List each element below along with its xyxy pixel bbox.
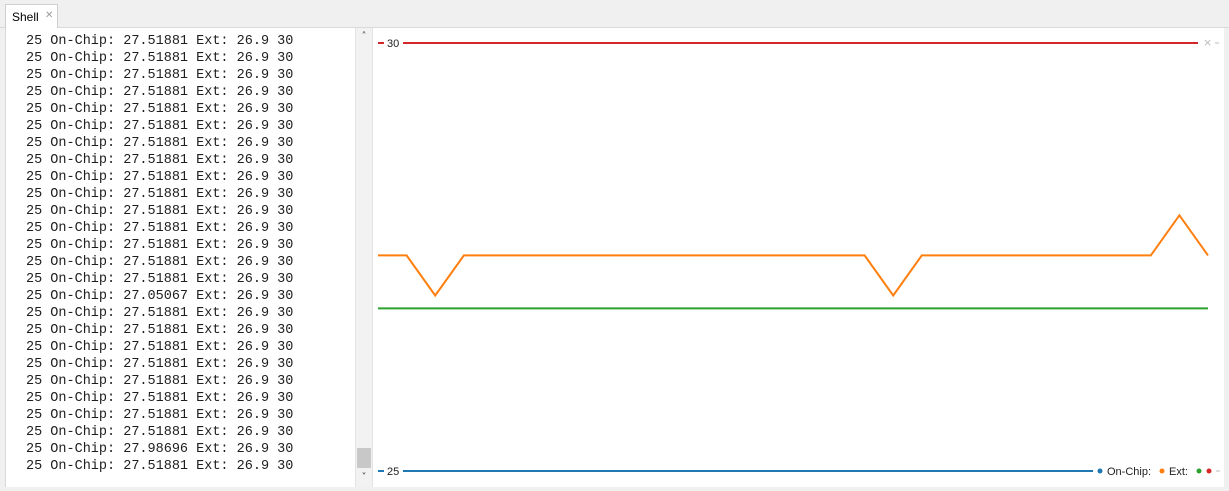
legend-label: On-Chip: (1107, 466, 1151, 478)
shell-line: 25 On-Chip: 27.51881 Ext: 26.9 30 (26, 85, 294, 100)
right-border (1224, 28, 1229, 491)
close-icon[interactable]: ✕ (45, 10, 53, 21)
shell-line: 25 On-Chip: 27.51881 Ext: 26.9 30 (26, 323, 294, 338)
shell-output[interactable]: 25 On-Chip: 27.51881 Ext: 26.9 30 25 On-C… (5, 28, 355, 487)
shell-line: 25 On-Chip: 27.51881 Ext: 26.9 30 (26, 153, 294, 168)
legend-marker (1097, 468, 1103, 474)
shell-line: 25 On-Chip: 27.51881 Ext: 26.9 30 (26, 170, 294, 185)
shell-line: 25 On-Chip: 27.51881 Ext: 26.9 30 (26, 34, 294, 49)
shell-line: 25 On-Chip: 27.51881 Ext: 26.9 30 (26, 119, 294, 134)
shell-line: 25 On-Chip: 27.51881 Ext: 26.9 30 (26, 425, 294, 440)
shell-line: 25 On-Chip: 27.51881 Ext: 26.9 30 (26, 136, 294, 151)
shell-line: 25 On-Chip: 27.51881 Ext: 26.9 30 (26, 68, 294, 83)
legend-marker (1159, 468, 1165, 474)
bottom-border (0, 487, 1229, 491)
tab-shell-label: Shell (12, 10, 39, 24)
shell-line: 25 On-Chip: 27.51881 Ext: 26.9 30 (26, 272, 294, 287)
y-tick-label: 30 (387, 38, 399, 50)
shell-line: 25 On-Chip: 27.51881 Ext: 26.9 30 (26, 51, 294, 66)
shell-scrollbar[interactable]: ˄ ˅ (355, 28, 373, 487)
shell-line: 25 On-Chip: 27.51881 Ext: 26.9 30 (26, 340, 294, 355)
shell-line: 25 On-Chip: 27.98696 Ext: 26.9 30 (26, 442, 294, 457)
shell-line: 25 On-Chip: 27.05067 Ext: 26.9 30 (26, 289, 294, 304)
close-icon: × (1203, 36, 1212, 49)
scroll-up-icon[interactable]: ˄ (356, 28, 372, 46)
scroll-down-icon[interactable]: ˅ (356, 469, 372, 487)
legend-label: Ext: (1169, 466, 1188, 478)
shell-line: 25 On-Chip: 27.51881 Ext: 26.9 30 (26, 408, 294, 423)
legend-marker (1196, 468, 1202, 474)
shell-line: 25 On-Chip: 27.51881 Ext: 26.9 30 (26, 357, 294, 372)
y-tick-label: 25 (387, 466, 399, 478)
shell-line: 25 On-Chip: 27.51881 Ext: 26.9 30 (26, 221, 294, 236)
shell-line: 25 On-Chip: 27.51881 Ext: 26.9 30 (26, 102, 294, 117)
plot-svg: 30 25 × On-Chip: Ext: (378, 36, 1220, 478)
plotter-panel: 30 25 × On-Chip: Ext: (373, 28, 1224, 487)
shell-line: 25 On-Chip: 27.51881 Ext: 26.9 30 (26, 238, 294, 253)
tab-shell[interactable]: Shell ✕ (5, 4, 58, 29)
shell-line: 25 On-Chip: 27.51881 Ext: 26.9 30 (26, 187, 294, 202)
legend-marker (1206, 468, 1212, 474)
shell-line: 25 On-Chip: 27.51881 Ext: 26.9 30 (26, 374, 294, 389)
shell-line: 25 On-Chip: 27.51881 Ext: 26.9 30 (26, 204, 294, 219)
shell-line: 25 On-Chip: 27.51881 Ext: 26.9 30 (26, 391, 294, 406)
shell-line: 25 On-Chip: 27.51881 Ext: 26.9 30 (26, 255, 294, 270)
shell-line: 25 On-Chip: 27.51881 Ext: 26.9 30 (26, 459, 294, 474)
series-line-1 (378, 213, 1209, 298)
shell-line: 25 On-Chip: 27.51881 Ext: 26.9 30 (26, 306, 294, 321)
tab-bar: Shell ✕ (0, 0, 1229, 29)
scroll-thumb[interactable] (357, 448, 371, 468)
